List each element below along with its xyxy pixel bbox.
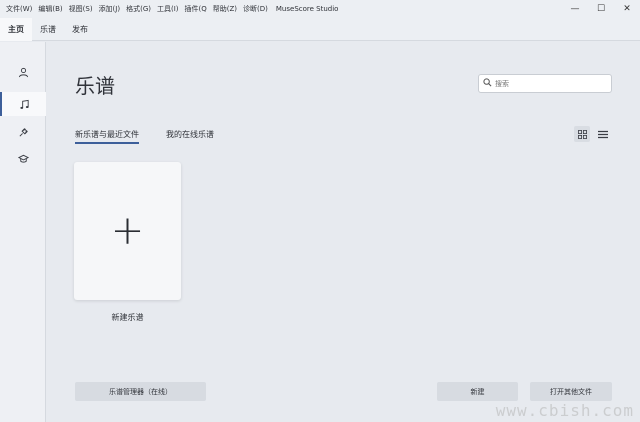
- person-icon: [18, 67, 28, 77]
- open-other-files-button[interactable]: 打开其他文件: [530, 382, 612, 401]
- menu-file[interactable]: 文件(W): [0, 0, 32, 18]
- minimize-icon[interactable]: —: [562, 0, 588, 18]
- page-title: 乐谱: [75, 74, 115, 98]
- menu-help[interactable]: 帮助(Z): [207, 0, 237, 18]
- scores-button[interactable]: [0, 92, 46, 116]
- menu-plugins[interactable]: 插件(Q: [179, 0, 207, 18]
- tab-new-and-recent[interactable]: 新乐谱与最近文件: [75, 129, 139, 144]
- music-note-icon: [19, 99, 29, 109]
- menu-edit[interactable]: 编辑(B): [32, 0, 62, 18]
- new-score-label: 新建乐谱: [111, 313, 144, 322]
- menu-diagnostics[interactable]: 诊断(D): [237, 0, 268, 18]
- grid-view-button[interactable]: [574, 126, 590, 142]
- maximize-icon[interactable]: ☐: [588, 0, 614, 18]
- window-controls: — ☐ ✕: [562, 0, 640, 18]
- grid-view-icon: [577, 129, 587, 139]
- search-box[interactable]: [478, 74, 612, 93]
- learn-button[interactable]: [0, 146, 46, 170]
- tab-home[interactable]: 主页: [0, 17, 32, 41]
- app-title: MuseScore Studio: [275, 5, 339, 13]
- list-view-icon: [598, 130, 608, 138]
- search-input[interactable]: [495, 79, 605, 88]
- plugins-button[interactable]: [0, 120, 46, 144]
- menu-view[interactable]: 视图(S): [63, 0, 93, 18]
- menu-format[interactable]: 格式(G): [120, 0, 151, 18]
- plugin-icon: [19, 127, 28, 136]
- new-score-card[interactable]: +: [74, 162, 181, 300]
- close-icon[interactable]: ✕: [614, 0, 640, 18]
- menu-add[interactable]: 添加(J): [93, 0, 121, 18]
- plus-icon: +: [110, 208, 145, 254]
- menu-bar: 文件(W) 编辑(B) 视图(S) 添加(J) 格式(G) 工具(I) 插件(Q…: [0, 0, 640, 18]
- tab-score[interactable]: 乐谱: [32, 18, 64, 41]
- list-view-button[interactable]: [595, 126, 611, 142]
- menu-tools[interactable]: 工具(I): [151, 0, 179, 18]
- left-rail: [0, 42, 46, 422]
- tab-bar: 主页 乐谱 发布: [0, 17, 640, 41]
- new-button[interactable]: 新建: [437, 382, 518, 401]
- watermark: www.cbish.com: [495, 401, 634, 420]
- score-manager-button[interactable]: 乐谱管理器（在线）: [75, 382, 206, 401]
- tab-publish[interactable]: 发布: [64, 18, 96, 41]
- search-icon: [483, 77, 495, 90]
- account-button[interactable]: [0, 60, 46, 84]
- learn-icon: [17, 154, 29, 163]
- tab-my-online-scores[interactable]: 我的在线乐谱: [166, 129, 214, 140]
